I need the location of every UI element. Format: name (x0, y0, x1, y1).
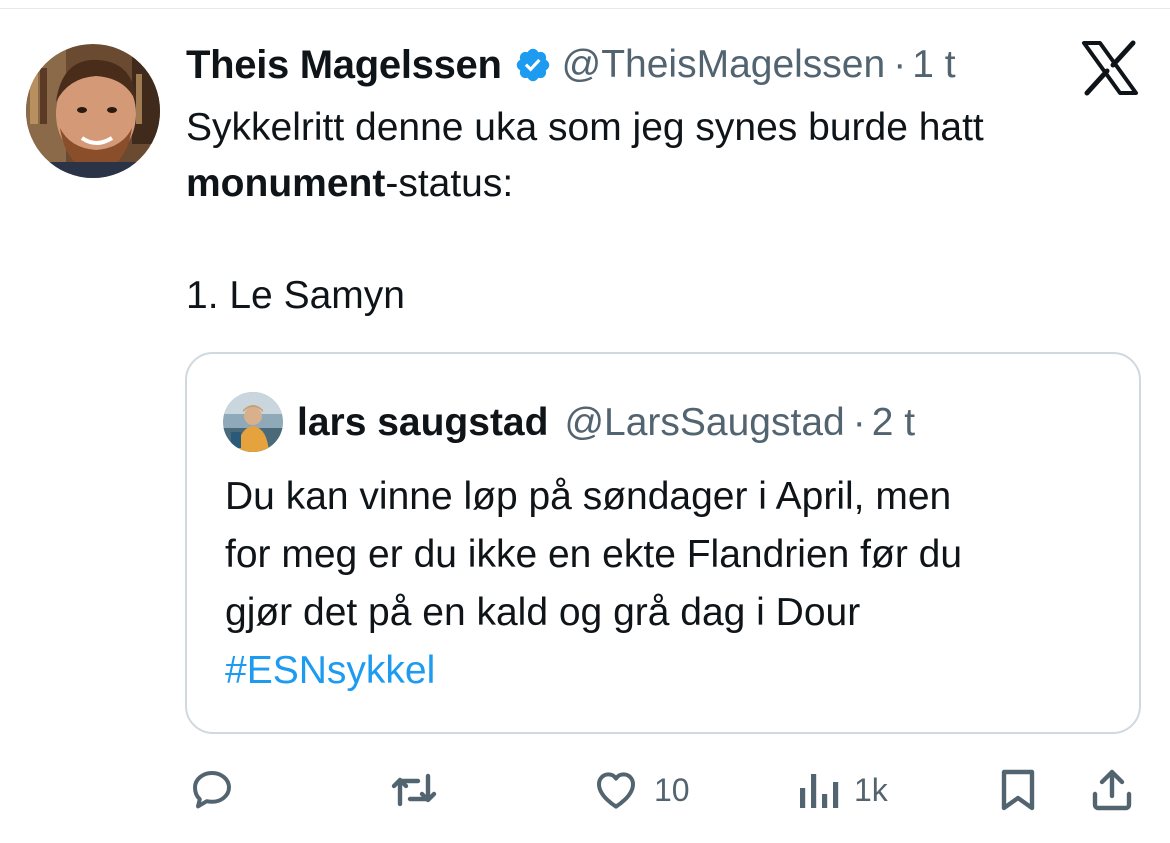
top-divider (0, 8, 1170, 9)
retweet-button[interactable] (388, 760, 440, 820)
share-button[interactable] (1088, 760, 1136, 820)
quoted-text-line: gjør det på en kald og grå dag i Dour (225, 591, 861, 634)
heart-icon (592, 766, 640, 814)
bold-word: monument (186, 162, 386, 205)
bar-chart-icon (796, 766, 840, 814)
quoted-author-avatar[interactable] (223, 392, 283, 452)
separator-dot: · (852, 401, 866, 444)
quoted-text-line: for meg er du ikke en ekte Flandrien før… (225, 533, 963, 576)
hashtag-link[interactable]: #ESNsykkel (225, 642, 1125, 700)
author-name[interactable]: Theis Magelssen (186, 43, 502, 88)
reply-icon (188, 766, 236, 814)
tweet-text-line: monument-status: (186, 156, 1146, 212)
share-icon (1088, 766, 1136, 814)
tweet-text-line: Sykkelritt denne uka som jeg synes burde… (186, 106, 984, 149)
tweet-text-line: 1. Le Samyn (186, 274, 405, 317)
x-logo-icon[interactable] (1080, 40, 1140, 96)
views-button[interactable]: 1k (796, 760, 888, 820)
quoted-text-line: Du kan vinne løp på søndager i April, me… (225, 475, 952, 518)
tweet-header: Theis Magelssen @TheisMagelssen · 1 t (186, 38, 956, 92)
verified-badge-icon (514, 46, 552, 84)
action-bar: 10 1k (0, 760, 1170, 820)
separator-dot: · (893, 43, 907, 86)
like-button[interactable]: 10 (592, 760, 690, 820)
view-count: 1k (854, 771, 888, 808)
quoted-author-handle[interactable]: @LarsSaugstad (564, 401, 844, 445)
bookmark-button[interactable] (996, 760, 1040, 820)
bookmark-icon (996, 766, 1040, 814)
like-count: 10 (654, 771, 690, 808)
quoted-author-name[interactable]: lars saugstad (297, 401, 548, 445)
quoted-tweet-card[interactable]: lars saugstad @LarsSaugstad · 2 t Du kan… (185, 352, 1141, 734)
author-handle[interactable]: @TheisMagelssen (562, 43, 886, 87)
reply-button[interactable] (188, 760, 236, 820)
tweet-timestamp[interactable]: 1 t (912, 43, 955, 87)
quoted-tweet-timestamp[interactable]: 2 t (872, 401, 915, 445)
author-avatar[interactable] (26, 44, 160, 178)
quoted-tweet-header: lars saugstad @LarsSaugstad · 2 t (297, 396, 915, 450)
tweet-text-fragment: -status: (385, 162, 514, 205)
retweet-icon (388, 766, 440, 814)
quoted-tweet-text: Du kan vinne løp på søndager i April, me… (225, 468, 1125, 700)
tweet-text: Sykkelritt denne uka som jeg synes burde… (186, 100, 1146, 324)
